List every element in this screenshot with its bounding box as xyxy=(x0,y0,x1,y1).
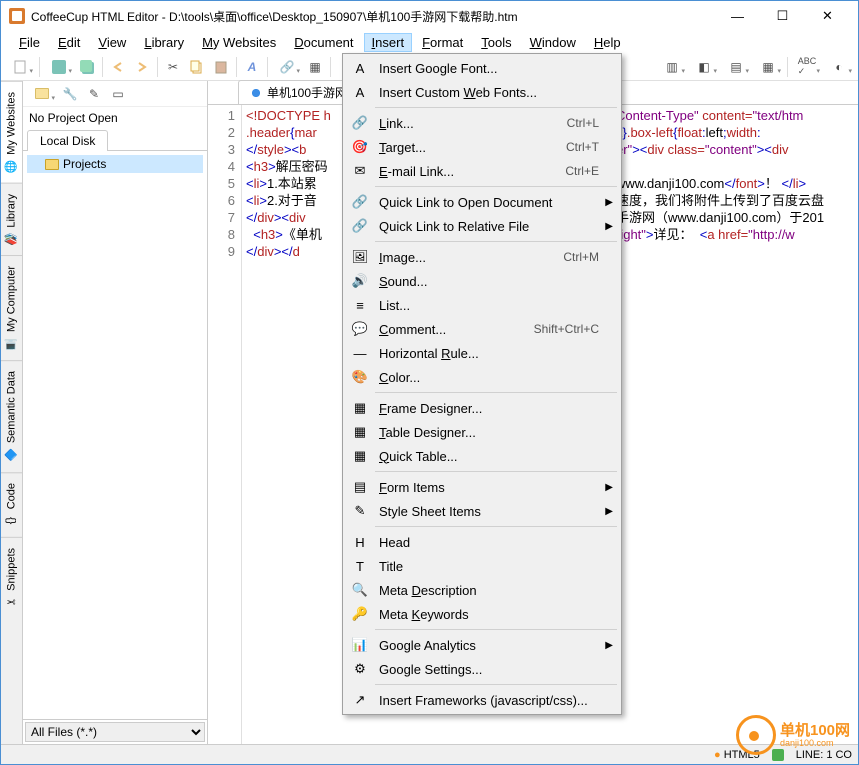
menu-item-frame-designer[interactable]: ▦Frame Designer... xyxy=(345,396,619,420)
side-tabs: 🌐My Websites📚Library💻My Computer🔷Semanti… xyxy=(1,81,23,744)
tb-extra-2[interactable]: ◧ xyxy=(689,56,719,78)
tb-extra-1[interactable]: ▥ xyxy=(657,56,687,78)
no-project-label: No Project Open xyxy=(23,107,207,129)
menu-item-sound[interactable]: 🔊Sound... xyxy=(345,269,619,293)
menu-item-e-mail-link[interactable]: ✉E-mail Link...Ctrl+E xyxy=(345,159,619,183)
menu-item-meta-description[interactable]: 🔍Meta Description xyxy=(345,578,619,602)
font-button[interactable]: A xyxy=(241,56,263,78)
menu-item-form-items[interactable]: ▤Form Items▶ xyxy=(345,475,619,499)
save-button[interactable] xyxy=(44,56,74,78)
menu-item-list[interactable]: ≡List... xyxy=(345,293,619,317)
insert-menu: AInsert Google Font...AInsert Custom Web… xyxy=(342,53,622,715)
paste-button[interactable] xyxy=(210,56,232,78)
cut-button[interactable]: ✂ xyxy=(162,56,184,78)
tb-extra-3[interactable]: ▤ xyxy=(721,56,751,78)
tb-extra-4[interactable]: ▦ xyxy=(753,56,783,78)
menu-item-target[interactable]: 🎯Target...Ctrl+T xyxy=(345,135,619,159)
menu-tools[interactable]: Tools xyxy=(473,33,519,52)
close-button[interactable]: ✕ xyxy=(805,2,850,30)
tb-extra-5[interactable]: ◐ xyxy=(824,56,854,78)
new-button[interactable] xyxy=(5,56,35,78)
undo-button[interactable] xyxy=(107,56,129,78)
save-all-button[interactable] xyxy=(76,56,98,78)
ie-icon xyxy=(249,86,263,100)
menu-item-quick-link-to-relative-file[interactable]: 🔗Quick Link to Relative File▶ xyxy=(345,214,619,238)
menu-item-style-sheet-items[interactable]: ✎Style Sheet Items▶ xyxy=(345,499,619,523)
spellcheck-button[interactable]: ABC✓ xyxy=(792,56,822,78)
redo-button[interactable] xyxy=(131,56,153,78)
sp-tool-2[interactable]: ✎ xyxy=(83,83,105,105)
link-button[interactable]: 🔗 xyxy=(272,56,302,78)
menu-item-quick-link-to-open-document[interactable]: 🔗Quick Link to Open Document▶ xyxy=(345,190,619,214)
sp-tool-3[interactable]: ▭ xyxy=(107,83,129,105)
menu-library[interactable]: Library xyxy=(136,33,192,52)
menu-file[interactable]: File xyxy=(11,33,48,52)
maximize-button[interactable]: ☐ xyxy=(760,2,805,30)
menu-item-insert-frameworks-javascript-css[interactable]: ↗Insert Frameworks (javascript/css)... xyxy=(345,688,619,712)
menu-my-websites[interactable]: My Websites xyxy=(194,33,284,52)
menu-item-image[interactable]: 🖼Image...Ctrl+M xyxy=(345,245,619,269)
menu-item-color[interactable]: 🎨Color... xyxy=(345,365,619,389)
menu-item-comment[interactable]: 💬Comment...Shift+Ctrl+C xyxy=(345,317,619,341)
menu-item-table-designer[interactable]: ▦Table Designer... xyxy=(345,420,619,444)
tree-item-label: Projects xyxy=(63,157,106,171)
menu-format[interactable]: Format xyxy=(414,33,471,52)
menu-insert[interactable]: Insert xyxy=(364,33,413,52)
sidetab-my-websites[interactable]: 🌐My Websites xyxy=(1,81,22,183)
menubar: FileEditViewLibraryMy WebsitesDocumentIn… xyxy=(1,31,858,53)
menu-item-link[interactable]: 🔗Link...Ctrl+L xyxy=(345,111,619,135)
menu-document[interactable]: Document xyxy=(286,33,361,52)
app-icon xyxy=(9,8,25,24)
titlebar: CoffeeCup HTML Editor - D:\tools\桌面\offi… xyxy=(1,1,858,31)
menu-item-meta-keywords[interactable]: 🔑Meta Keywords xyxy=(345,602,619,626)
menu-item-title[interactable]: TTitle xyxy=(345,554,619,578)
sidetab-semantic-data[interactable]: 🔷Semantic Data xyxy=(1,360,22,471)
menu-view[interactable]: View xyxy=(90,33,134,52)
menu-help[interactable]: Help xyxy=(586,33,629,52)
menu-window[interactable]: Window xyxy=(522,33,584,52)
menu-item-google-analytics[interactable]: 📊Google Analytics▶ xyxy=(345,633,619,657)
menu-item-quick-table[interactable]: ▦Quick Table... xyxy=(345,444,619,468)
menu-item-head[interactable]: HHead xyxy=(345,530,619,554)
menu-item-insert-google-font[interactable]: AInsert Google Font... xyxy=(345,56,619,80)
file-filter-select[interactable]: All Files (*.*) xyxy=(25,722,205,742)
menu-edit[interactable]: Edit xyxy=(50,33,88,52)
sidetab-code[interactable]: {}Code xyxy=(1,472,22,537)
folder-icon xyxy=(45,159,59,170)
table-button[interactable]: ▦ xyxy=(304,56,326,78)
sidetab-snippets[interactable]: ✂Snippets xyxy=(1,537,22,619)
sidetab-library[interactable]: 📚Library xyxy=(1,183,22,256)
local-disk-tab[interactable]: Local Disk xyxy=(27,130,108,151)
window-title: CoffeeCup HTML Editor - D:\tools\桌面\offi… xyxy=(31,8,715,25)
line-gutter: 123456789 xyxy=(208,105,242,744)
minimize-button[interactable]: — xyxy=(715,2,760,30)
menu-item-horizontal-rule[interactable]: —Horizontal Rule... xyxy=(345,341,619,365)
menu-item-google-settings[interactable]: ⚙Google Settings... xyxy=(345,657,619,681)
side-panel: 🔧 ✎ ▭ No Project Open Local Disk Project… xyxy=(23,81,208,744)
sidetab-my-computer[interactable]: 💻My Computer xyxy=(1,255,22,360)
sp-open-button[interactable] xyxy=(27,83,57,105)
watermark-logo: 单机100网 danji100.com xyxy=(736,710,856,760)
copy-button[interactable] xyxy=(186,56,208,78)
file-tree: Projects xyxy=(23,150,207,719)
menu-item-insert-custom-web-fonts[interactable]: AInsert Custom Web Fonts... xyxy=(345,80,619,104)
sp-tool-1[interactable]: 🔧 xyxy=(59,83,81,105)
tree-item-projects[interactable]: Projects xyxy=(27,155,203,173)
statusbar: ●HTML5 LINE: 1 CO xyxy=(1,744,858,764)
